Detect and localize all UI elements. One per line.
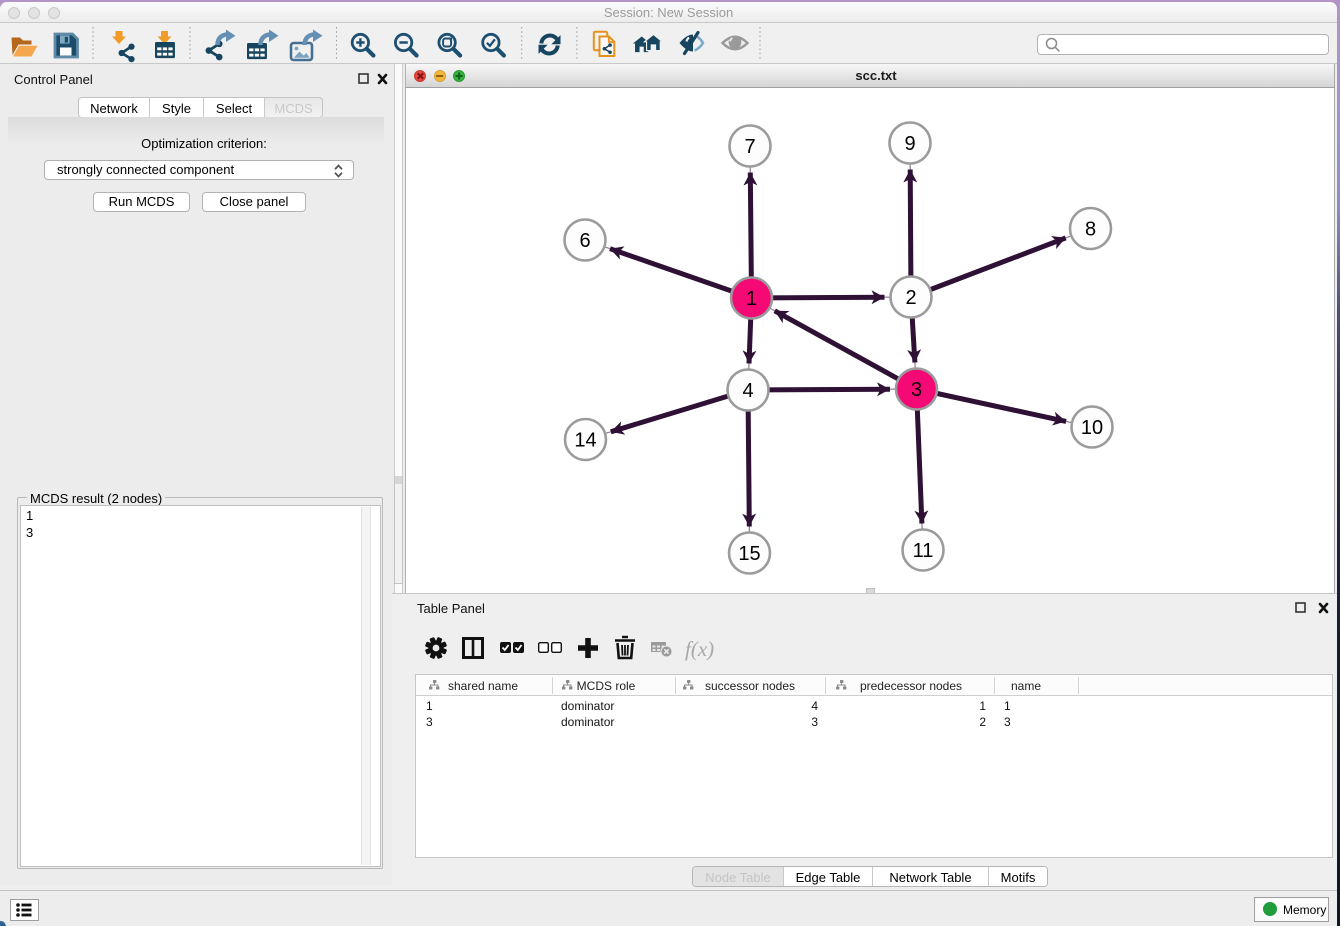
- svg-text:14: 14: [574, 430, 596, 452]
- svg-text:2: 2: [905, 287, 916, 309]
- svg-text:15: 15: [738, 543, 760, 565]
- svg-text:f(x): f(x): [685, 637, 714, 661]
- svg-text:8: 8: [1085, 219, 1096, 241]
- svg-text:6: 6: [579, 230, 590, 252]
- svg-text:9: 9: [904, 133, 915, 155]
- svg-text:11: 11: [913, 540, 934, 562]
- svg-text:7: 7: [744, 136, 755, 158]
- svg-text:10: 10: [1081, 417, 1103, 439]
- svg-text:3: 3: [911, 379, 922, 401]
- svg-text:1: 1: [746, 288, 757, 310]
- svg-text:4: 4: [742, 380, 753, 402]
